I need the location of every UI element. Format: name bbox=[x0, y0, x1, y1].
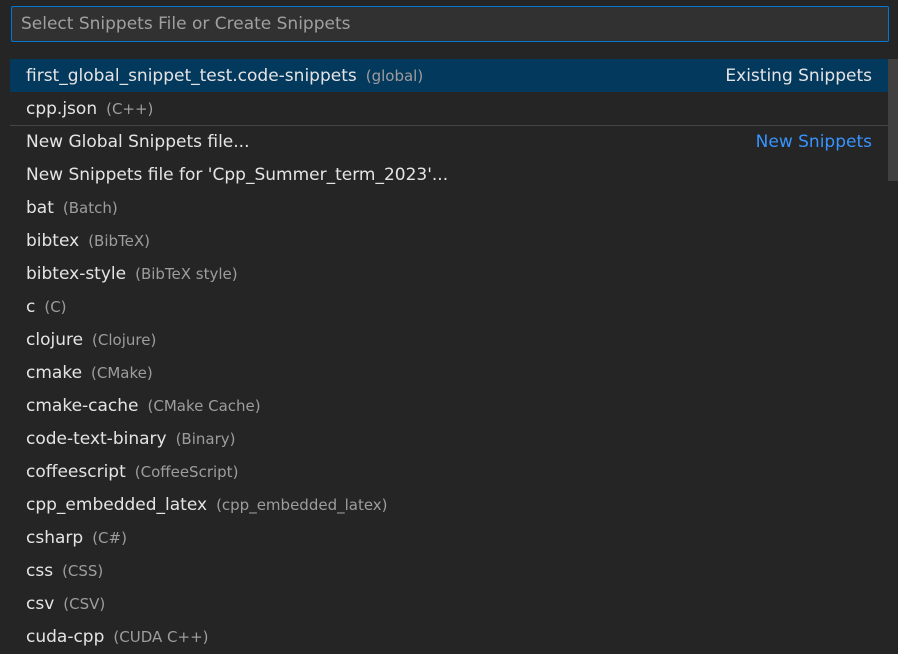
item-label: css bbox=[26, 560, 54, 581]
item-description: (CSV) bbox=[63, 594, 106, 613]
item-label: bibtex bbox=[26, 230, 80, 251]
item-label: coffeescript bbox=[26, 461, 126, 482]
item-label: code-text-binary bbox=[26, 428, 167, 449]
list-item[interactable]: cmake (CMake) bbox=[10, 356, 888, 389]
item-label: clojure bbox=[26, 329, 84, 350]
item-description: (CUDA C++) bbox=[113, 627, 209, 646]
list-item[interactable]: bat (Batch) bbox=[10, 191, 888, 224]
list-item[interactable]: bibtex-style (BibTeX style) bbox=[10, 257, 888, 290]
item-label: cmake bbox=[26, 362, 83, 383]
item-description: (BibTeX style) bbox=[135, 264, 238, 283]
search-input[interactable] bbox=[12, 7, 888, 41]
list-item[interactable]: coffeescript (CoffeeScript) bbox=[10, 455, 888, 488]
item-description: (CMake Cache) bbox=[147, 396, 261, 415]
item-description: (Clojure) bbox=[92, 330, 157, 349]
item-description: (cpp_embedded_latex) bbox=[216, 495, 388, 514]
item-description: (CoffeeScript) bbox=[134, 462, 239, 481]
list-item[interactable]: cuda-cpp (CUDA C++) bbox=[10, 620, 888, 653]
item-description: (C#) bbox=[92, 528, 127, 547]
item-label: bibtex-style bbox=[26, 263, 127, 284]
item-description: (CSS) bbox=[62, 561, 104, 580]
list-item[interactable]: clojure (Clojure) bbox=[10, 323, 888, 356]
item-description: (Binary) bbox=[175, 429, 236, 448]
item-description: (C++) bbox=[106, 99, 154, 118]
item-description: (C) bbox=[44, 297, 67, 316]
item-description: (Batch) bbox=[62, 198, 118, 217]
item-label: csharp bbox=[26, 527, 84, 548]
list-item[interactable]: csv (CSV) bbox=[10, 587, 888, 620]
item-description: (BibTeX) bbox=[88, 231, 151, 250]
item-label: cuda-cpp bbox=[26, 626, 105, 647]
list-item-new-global-snippets-file[interactable]: New Global Snippets file... New Snippets bbox=[10, 125, 888, 158]
group-label-new-snippets: New Snippets bbox=[755, 132, 872, 152]
quick-pick-list: first_global_snippet_test.code-snippets … bbox=[10, 59, 888, 654]
list-item[interactable]: cpp_embedded_latex (cpp_embedded_latex) bbox=[10, 488, 888, 521]
list-item-existing-global-snippet[interactable]: first_global_snippet_test.code-snippets … bbox=[10, 59, 888, 92]
item-label: csv bbox=[26, 593, 55, 614]
group-label-existing-snippets: Existing Snippets bbox=[725, 65, 872, 86]
item-label: cpp_embedded_latex bbox=[26, 494, 208, 515]
quick-pick-widget: first_global_snippet_test.code-snippets … bbox=[0, 0, 898, 654]
list-item[interactable]: css (CSS) bbox=[10, 554, 888, 587]
item-label: cpp.json bbox=[26, 98, 98, 119]
item-label: New Global Snippets file... bbox=[26, 132, 250, 152]
item-label: cmake-cache bbox=[26, 395, 139, 416]
list-item-cpp-json[interactable]: cpp.json (C++) bbox=[10, 92, 888, 125]
item-description: (CMake) bbox=[91, 363, 153, 382]
list-item[interactable]: cmake-cache (CMake Cache) bbox=[10, 389, 888, 422]
list-scrollbar-thumb[interactable] bbox=[888, 59, 898, 181]
list-item[interactable]: c (C) bbox=[10, 290, 888, 323]
item-label: first_global_snippet_test.code-snippets bbox=[26, 65, 357, 86]
list-item[interactable]: code-text-binary (Binary) bbox=[10, 422, 888, 455]
list-item-new-workspace-snippets-file[interactable]: New Snippets file for 'Cpp_Summer_term_2… bbox=[10, 158, 888, 191]
item-description: (global) bbox=[365, 66, 424, 85]
list-item[interactable]: csharp (C#) bbox=[10, 521, 888, 554]
list-item[interactable]: bibtex (BibTeX) bbox=[10, 224, 888, 257]
item-label: bat bbox=[26, 197, 54, 218]
quick-pick-input-box bbox=[11, 6, 889, 42]
item-label: New Snippets file for 'Cpp_Summer_term_2… bbox=[26, 164, 449, 185]
item-label: c bbox=[26, 296, 36, 317]
